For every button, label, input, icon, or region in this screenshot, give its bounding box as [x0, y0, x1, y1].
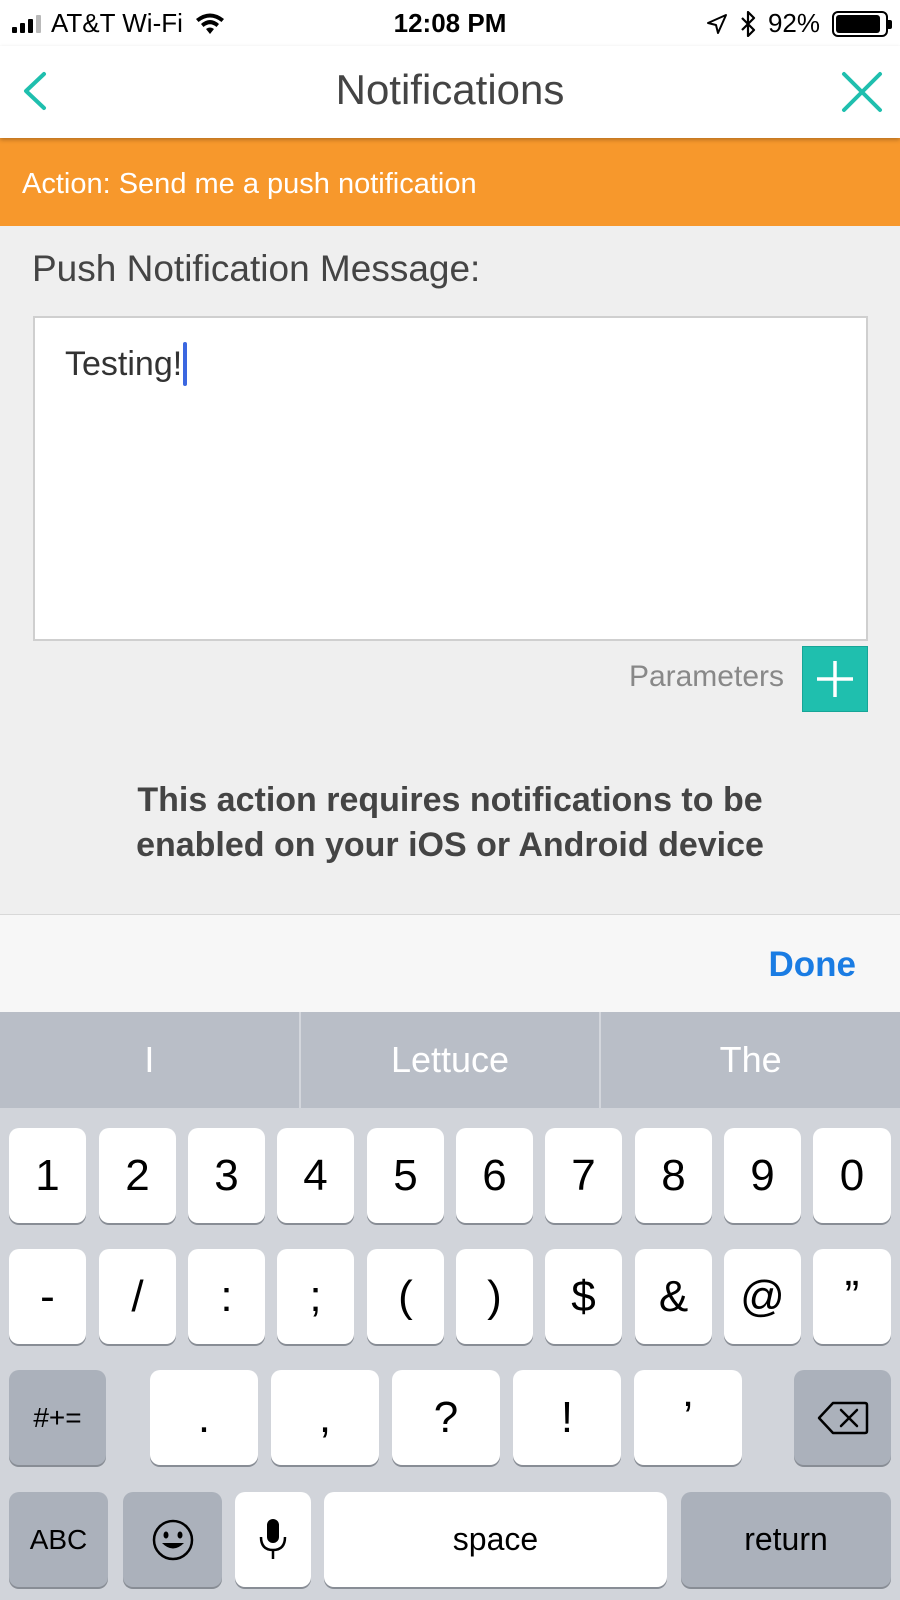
- suggestion-item[interactable]: The: [601, 1012, 900, 1108]
- key-period[interactable]: .: [150, 1370, 258, 1465]
- notice-line-1: This action requires notifications to be: [137, 781, 763, 819]
- text-caret: [183, 342, 188, 386]
- status-right: 92%: [706, 8, 892, 39]
- key-5[interactable]: 5: [367, 1128, 444, 1223]
- keyboard: I Lettuce The 1 2 3 4 5 6 7 8 9 0 - / : …: [0, 1012, 900, 1600]
- keyboard-accessory-bar: Done: [0, 914, 900, 1012]
- key-7[interactable]: 7: [545, 1128, 622, 1223]
- status-bar: AT&T Wi-Fi 12:08 PM 92%: [0, 0, 900, 46]
- suggestion-item[interactable]: Lettuce: [301, 1012, 600, 1108]
- notice-text: This action requires notifications to be…: [0, 778, 900, 868]
- bluetooth-icon: [741, 10, 756, 37]
- space-key[interactable]: space: [324, 1492, 667, 1587]
- message-textarea[interactable]: Testing!: [33, 316, 868, 641]
- key-semicolon[interactable]: ;: [277, 1249, 354, 1344]
- close-icon[interactable]: [840, 70, 884, 114]
- backspace-key[interactable]: [794, 1370, 891, 1465]
- key-1[interactable]: 1: [9, 1128, 86, 1223]
- emoji-key[interactable]: [123, 1492, 222, 1587]
- key-comma[interactable]: ,: [271, 1370, 379, 1465]
- key-quote[interactable]: ”: [813, 1249, 891, 1344]
- key-question[interactable]: ?: [392, 1370, 500, 1465]
- microphone-icon: [259, 1518, 287, 1559]
- suggestion-bar: I Lettuce The: [0, 1012, 900, 1108]
- key-2[interactable]: 2: [99, 1128, 176, 1223]
- key-8[interactable]: 8: [635, 1128, 712, 1223]
- key-close-paren[interactable]: ): [456, 1249, 533, 1344]
- parameters-label: Parameters: [628, 660, 784, 693]
- location-icon: [706, 13, 727, 34]
- emoji-icon: [152, 1519, 193, 1560]
- key-abc[interactable]: ABC: [9, 1492, 108, 1587]
- battery-icon: [832, 10, 892, 37]
- key-9[interactable]: 9: [724, 1128, 801, 1223]
- key-slash[interactable]: /: [99, 1249, 176, 1344]
- return-key[interactable]: return: [681, 1492, 891, 1587]
- notice-line-2: enabled on your iOS or Android device: [136, 826, 764, 864]
- battery-percent: 92%: [767, 8, 820, 38]
- key-ampersand[interactable]: &: [635, 1249, 712, 1344]
- add-parameter-button[interactable]: [802, 646, 868, 712]
- page-title: Notifications: [335, 66, 565, 113]
- key-6[interactable]: 6: [456, 1128, 533, 1223]
- key-0[interactable]: 0: [813, 1128, 891, 1223]
- message-label: Push Notification Message:: [32, 248, 481, 289]
- message-value: Testing!: [65, 344, 183, 383]
- nav-bar: Notifications: [0, 46, 900, 138]
- key-more-symbols[interactable]: #+=: [9, 1370, 106, 1465]
- suggestion-item[interactable]: I: [0, 1012, 299, 1108]
- plus-icon: [817, 661, 853, 697]
- key-hyphen[interactable]: -: [9, 1249, 86, 1344]
- key-3[interactable]: 3: [188, 1128, 265, 1223]
- key-apostrophe[interactable]: ’: [634, 1370, 742, 1465]
- key-dollar[interactable]: $: [545, 1249, 622, 1344]
- done-button[interactable]: Done: [769, 945, 857, 985]
- message-text-wrapper: Testing!: [65, 342, 188, 386]
- key-at[interactable]: @: [724, 1249, 801, 1344]
- key-open-paren[interactable]: (: [367, 1249, 444, 1344]
- backspace-icon: [817, 1401, 868, 1434]
- key-colon[interactable]: :: [188, 1249, 265, 1344]
- action-banner: Action: Send me a push notification: [0, 138, 900, 226]
- key-exclamation[interactable]: !: [513, 1370, 621, 1465]
- key-4[interactable]: 4: [277, 1128, 354, 1223]
- main-content: Push Notification Message: Testing! Para…: [0, 226, 900, 914]
- dictation-key[interactable]: [235, 1492, 311, 1587]
